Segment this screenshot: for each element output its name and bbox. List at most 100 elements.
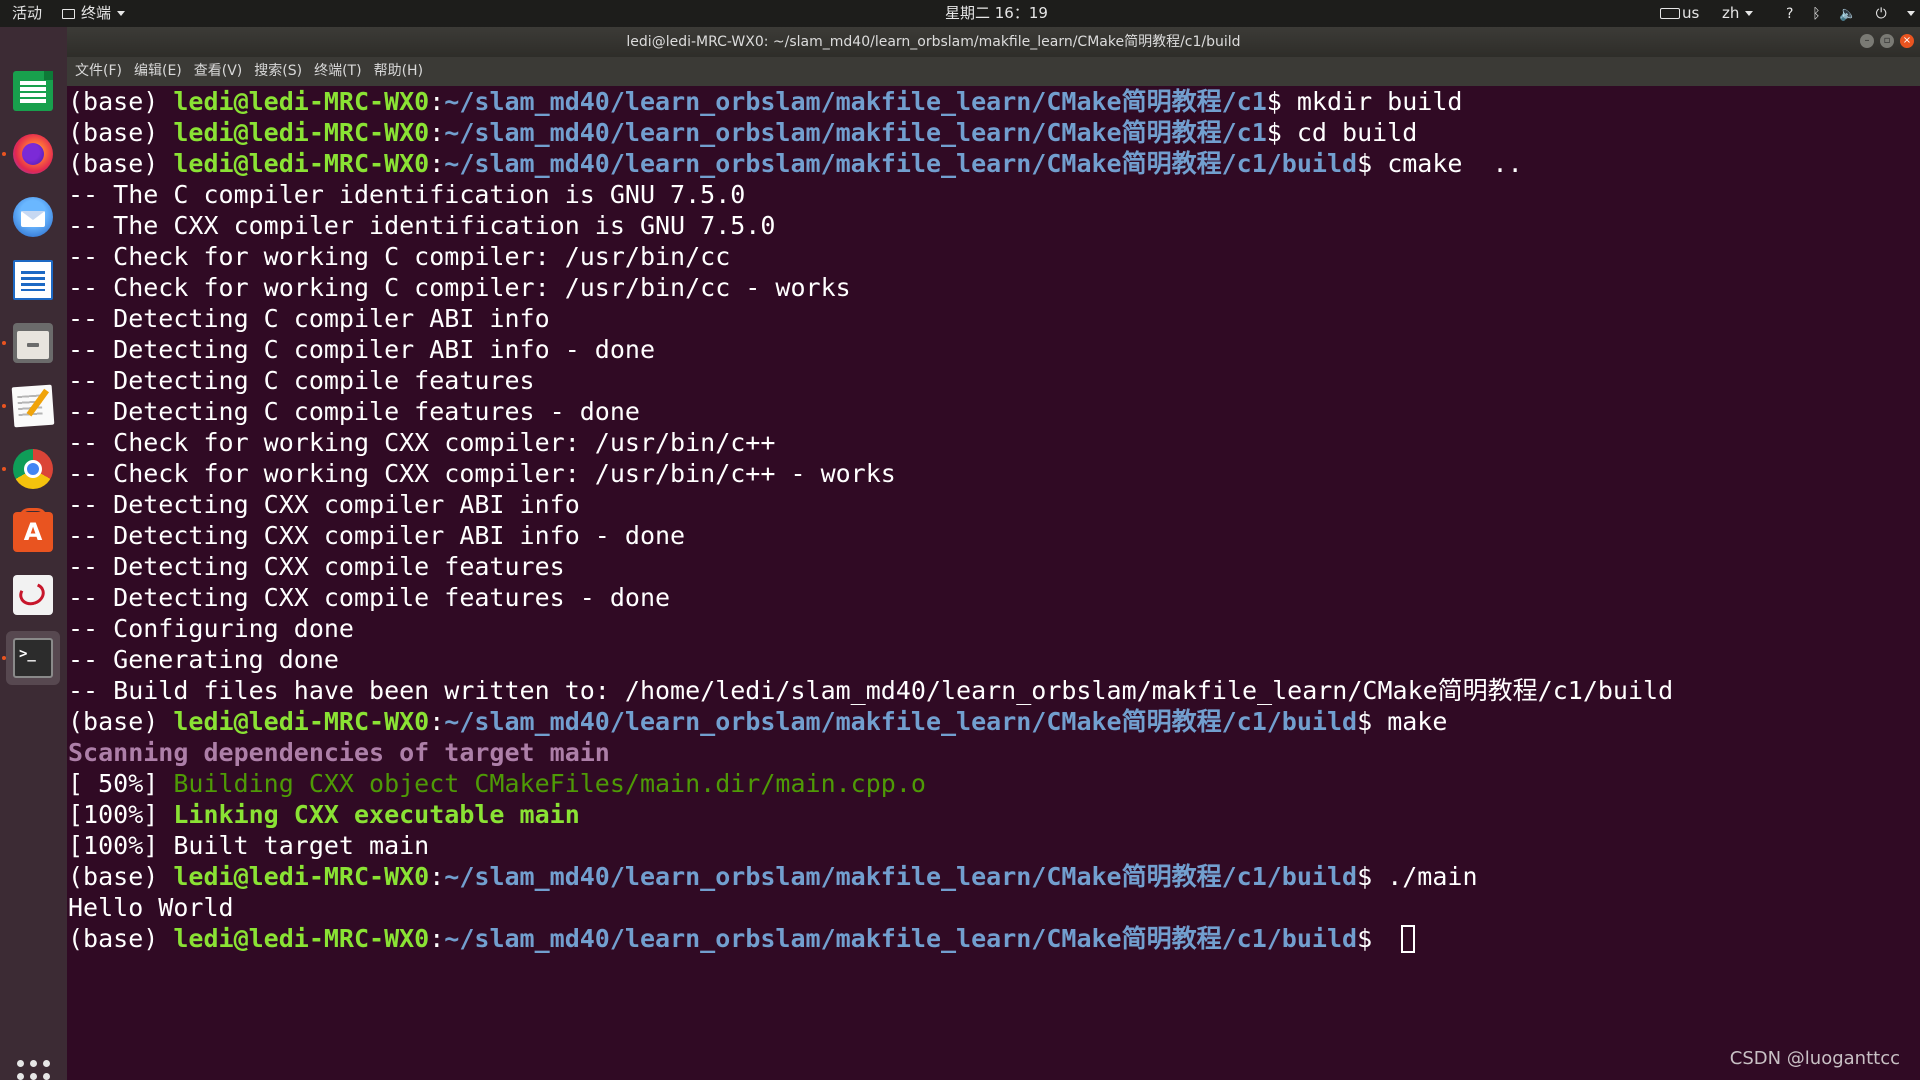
prompt-dollar: $	[1266, 118, 1297, 147]
prompt-env: (base)	[68, 707, 174, 736]
grid-dot	[30, 1060, 37, 1067]
power-icon[interactable]: ⏻	[1876, 1, 1887, 28]
prompt-line: (base) ledi@ledi-MRC-WX0:~/slam_md40/lea…	[68, 148, 1916, 179]
output-line: -- Check for working CXX compiler: /usr/…	[68, 427, 1916, 458]
output-text: -- The C compiler identification is GNU …	[68, 180, 746, 209]
chevron-down-icon[interactable]	[1906, 11, 1915, 16]
running-indicator	[2, 152, 6, 156]
prompt-dollar: $	[1357, 862, 1388, 891]
window-controls: – ▫ ×	[1854, 34, 1914, 50]
app-menu-button[interactable]: 终端	[62, 0, 126, 27]
dock-item[interactable]	[6, 190, 60, 244]
help-icon[interactable]: ?	[1786, 1, 1793, 28]
dock-item[interactable]	[6, 505, 60, 559]
output-text: -- Check for working C compiler: /usr/bi…	[68, 273, 851, 302]
close-button[interactable]: ×	[1900, 34, 1914, 48]
output-line: Scanning dependencies of target main	[68, 737, 1916, 768]
prompt-user-host: ledi@ledi-MRC-WX0	[173, 924, 430, 953]
output-text: -- Check for working CXX compiler: /usr/…	[68, 428, 776, 457]
output-text: -- Detecting CXX compile features - done	[68, 583, 671, 612]
dock-item[interactable]	[6, 64, 60, 118]
dock-item[interactable]	[6, 253, 60, 307]
bluetooth-icon[interactable]: ᛒ	[1812, 1, 1820, 28]
clock[interactable]: 星期二 16：19	[945, 0, 1048, 27]
output-line: -- Detecting C compile features	[68, 365, 1916, 396]
menu-edit[interactable]: 编辑(E)	[128, 57, 188, 86]
mail-icon	[13, 197, 53, 237]
window-title-bar[interactable]: ledi@ledi-MRC-WX0: ~/slam_md40/learn_orb…	[67, 27, 1920, 57]
grid-dot	[43, 1073, 50, 1080]
dock-item[interactable]	[6, 568, 60, 622]
terminal-icon	[13, 638, 53, 678]
command-text: mkdir build	[1296, 87, 1463, 116]
prompt-dollar: $	[1357, 924, 1388, 953]
prompt-line: (base) ledi@ledi-MRC-WX0:~/slam_md40/lea…	[68, 923, 1916, 954]
minimize-button[interactable]: –	[1860, 34, 1874, 48]
menu-help[interactable]: 帮助(H)	[368, 57, 429, 86]
command-text: cmake ..	[1387, 149, 1523, 178]
dock-item[interactable]	[2, 316, 60, 370]
output-line: -- Configuring done	[68, 613, 1916, 644]
output-text: -- Check for working C compiler: /usr/bi…	[68, 242, 731, 271]
output-text: -- Build files have been written to: /ho…	[68, 676, 1674, 705]
document-icon	[13, 260, 53, 300]
files-icon	[13, 323, 53, 363]
dock-item[interactable]	[2, 379, 60, 433]
progress-percent: [100%]	[68, 800, 174, 829]
running-indicator	[2, 404, 6, 408]
output-text: -- Detecting C compile features	[68, 366, 535, 395]
pdf-viewer-icon	[13, 575, 53, 615]
grid-dot	[17, 1060, 24, 1067]
output-text: Scanning dependencies of target main	[68, 738, 610, 767]
volume-icon[interactable]: 🔈	[1839, 1, 1856, 28]
prompt-user-host: ledi@ledi-MRC-WX0	[173, 118, 430, 147]
prompt-path: ~/slam_md40/learn_orbslam/makfile_learn/…	[444, 707, 1358, 736]
menu-file[interactable]: 文件(F)	[69, 57, 128, 86]
prompt-env: (base)	[68, 118, 174, 147]
text-cursor	[1401, 925, 1416, 953]
output-text: Linking CXX executable main	[173, 800, 580, 829]
top-bar: 活动 终端 星期二 16：19 us zh ? ᛒ 🔈 ⏻	[0, 0, 1920, 27]
chevron-down-icon	[117, 11, 126, 16]
prompt-dollar: $	[1357, 707, 1388, 736]
terminal-app-icon	[62, 9, 75, 19]
output-line: -- Detecting CXX compiler ABI info	[68, 489, 1916, 520]
prompt-colon: :	[429, 149, 445, 178]
dock-item[interactable]	[2, 442, 60, 496]
output-text: -- The CXX compiler identification is GN…	[68, 211, 776, 240]
dock-item[interactable]	[2, 631, 60, 685]
keyboard-layout-indicator[interactable]: us	[1660, 0, 1699, 27]
input-method-indicator[interactable]: zh	[1722, 0, 1754, 27]
prompt-line: (base) ledi@ledi-MRC-WX0:~/slam_md40/lea…	[68, 706, 1916, 737]
maximize-button[interactable]: ▫	[1880, 34, 1894, 48]
terminal-view[interactable]: (base) ledi@ledi-MRC-WX0:~/slam_md40/lea…	[67, 86, 1920, 1080]
output-line: -- The CXX compiler identification is GN…	[68, 210, 1916, 241]
app-grid-icon[interactable]	[17, 1060, 50, 1080]
output-text: [100%] Built target main	[68, 831, 430, 860]
menu-bar: 文件(F) 编辑(E) 查看(V) 搜索(S) 终端(T) 帮助(H)	[67, 57, 1920, 86]
output-text: Hello World	[68, 893, 234, 922]
prompt-colon: :	[429, 707, 445, 736]
app-menu-label: 终端	[81, 4, 112, 22]
dock-item[interactable]	[2, 127, 60, 181]
output-line: -- Detecting CXX compiler ABI info - don…	[68, 520, 1916, 551]
activities-button[interactable]: 活动	[12, 0, 42, 27]
system-tray[interactable]: ? ᛒ 🔈 ⏻	[1786, 0, 1920, 27]
output-line: -- Detecting CXX compile features	[68, 551, 1916, 582]
menu-terminal[interactable]: 终端(T)	[308, 57, 367, 86]
prompt-colon: :	[429, 862, 445, 891]
output-line: -- The C compiler identification is GNU …	[68, 179, 1916, 210]
output-text: -- Detecting CXX compiler ABI info	[68, 490, 580, 519]
menu-search[interactable]: 搜索(S)	[248, 57, 308, 86]
prompt-colon: :	[429, 924, 445, 953]
prompt-user-host: ledi@ledi-MRC-WX0	[173, 707, 430, 736]
output-line: -- Check for working C compiler: /usr/bi…	[68, 241, 1916, 272]
menu-view[interactable]: 查看(V)	[188, 57, 249, 86]
prompt-colon: :	[429, 118, 445, 147]
chrome-icon	[13, 449, 53, 489]
prompt-dollar: $	[1357, 149, 1388, 178]
input-method-label: zh	[1722, 4, 1740, 22]
prompt-colon: :	[429, 87, 445, 116]
prompt-line: (base) ledi@ledi-MRC-WX0:~/slam_md40/lea…	[68, 86, 1916, 117]
output-text: -- Detecting CXX compile features	[68, 552, 565, 581]
